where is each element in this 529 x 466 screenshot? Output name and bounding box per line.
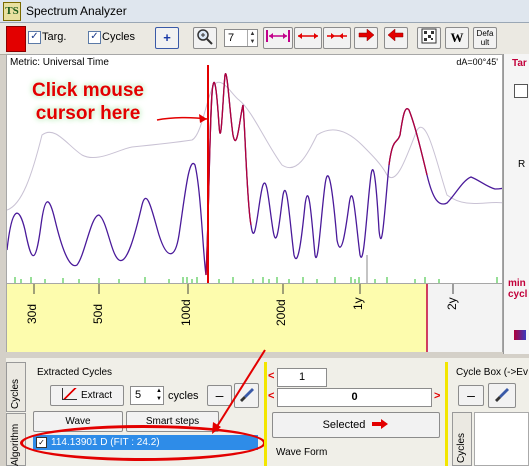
cycles-checkbox[interactable]: ✓ (88, 31, 101, 44)
x-tick-label: 100d (179, 299, 193, 326)
x-tick-label: 2y (445, 297, 459, 310)
cycles-count-value: 5 (135, 389, 142, 401)
cycles-label: Cycles (102, 31, 136, 43)
spectrum-chart[interactable]: Metric: Universal Time dA=00°45' Click m… (6, 54, 503, 284)
arrow-right-icon (372, 419, 389, 429)
extract-button[interactable]: Extract (50, 385, 124, 406)
x-tick-label: 50d (91, 303, 105, 324)
x-tick-label: 30d (25, 303, 39, 324)
toolbar: ✓ Targ. ✓ Cycles + 7 ▲ ▼ W Defa ult (0, 23, 529, 55)
min-label: min (508, 278, 526, 289)
x-axis: 30d 50d 100d 200d 1y 2y (6, 284, 503, 352)
add-button[interactable]: + (155, 27, 179, 49)
tab-algorithm-label: Algorithm (10, 423, 21, 466)
default-button[interactable]: Defa ult (473, 27, 497, 49)
color-swatch-button[interactable] (6, 26, 26, 52)
highlight-ellipse (20, 425, 266, 461)
zoom-value: 7 (228, 32, 235, 44)
tab-cycles-right[interactable]: Cycles (452, 412, 472, 466)
cycle-box-minus-button[interactable]: – (458, 385, 484, 406)
stepper-arrows-icon[interactable]: ▲ ▼ (247, 30, 257, 46)
metric-label: Metric: Universal Time (10, 57, 109, 68)
left-arrow-icon[interactable]: < (268, 370, 274, 382)
window-title: Spectrum Analyzer (26, 4, 127, 18)
target-label: Tar (512, 58, 527, 69)
extracted-cycles-title: Extracted Cycles (37, 367, 113, 378)
da-label: dA=00°45' (456, 57, 498, 67)
selected-label: Selected (322, 419, 366, 431)
stepper-arrows-icon[interactable]: ▲ ▼ (156, 387, 162, 403)
selected-button[interactable]: Selected (272, 412, 440, 438)
w-button[interactable]: W (445, 27, 469, 49)
panel-divider (445, 362, 448, 466)
value-field[interactable]: 0 (277, 388, 432, 407)
left-arrow-icon[interactable]: < (268, 390, 274, 402)
chart-icon (61, 388, 77, 400)
cycle-box-title: Cycle Box (->Ev (456, 367, 528, 378)
cycles-unit-label: cycles (168, 390, 199, 402)
x-tick-label: 200d (274, 299, 288, 326)
brush-icon[interactable] (234, 383, 259, 408)
annotation-text: Click mouse cursor here (32, 80, 144, 124)
app-logo: TS (3, 2, 21, 21)
title-bar: TS Spectrum Analyzer (0, 0, 529, 23)
tab-cycles-label: Cycles (10, 378, 21, 409)
grid-icon[interactable] (417, 27, 441, 49)
cycles-count-stepper[interactable]: 5 ▲ ▼ (130, 386, 164, 405)
targ-label: Targ. (42, 31, 67, 43)
arrow-right-icon[interactable] (354, 27, 378, 49)
arrow-left-icon[interactable] (384, 27, 408, 49)
counter-field[interactable]: 1 (277, 368, 327, 387)
wave-form-title: Wave Form (276, 447, 328, 458)
remove-cycle-button[interactable]: – (207, 385, 232, 406)
x-tick-label: 1y (351, 297, 365, 310)
right-arrow-icon[interactable]: > (434, 390, 440, 402)
tab-cycles[interactable]: Cycles (6, 362, 26, 412)
brush-icon[interactable] (488, 383, 516, 408)
zoom-icon[interactable] (193, 27, 217, 49)
panel-divider (264, 362, 267, 466)
targ-checkbox[interactable]: ✓ (28, 31, 41, 44)
widen-icon[interactable] (294, 27, 322, 49)
cycl-label: cycl (508, 289, 528, 300)
color-gradient-icon[interactable] (514, 330, 526, 340)
zoom-level-stepper[interactable]: 7 ▲ ▼ (224, 29, 258, 47)
narrow-icon[interactable] (323, 27, 351, 49)
right-side-panel: Tar R min cycl (503, 54, 529, 354)
tab-cycles-right-label: Cycles (456, 432, 467, 463)
expand-range-icon[interactable] (263, 27, 293, 49)
r-label: R (518, 159, 526, 170)
cycle-box-list[interactable] (474, 412, 529, 466)
extract-label: Extract (80, 390, 113, 401)
document-icon[interactable] (514, 84, 528, 98)
